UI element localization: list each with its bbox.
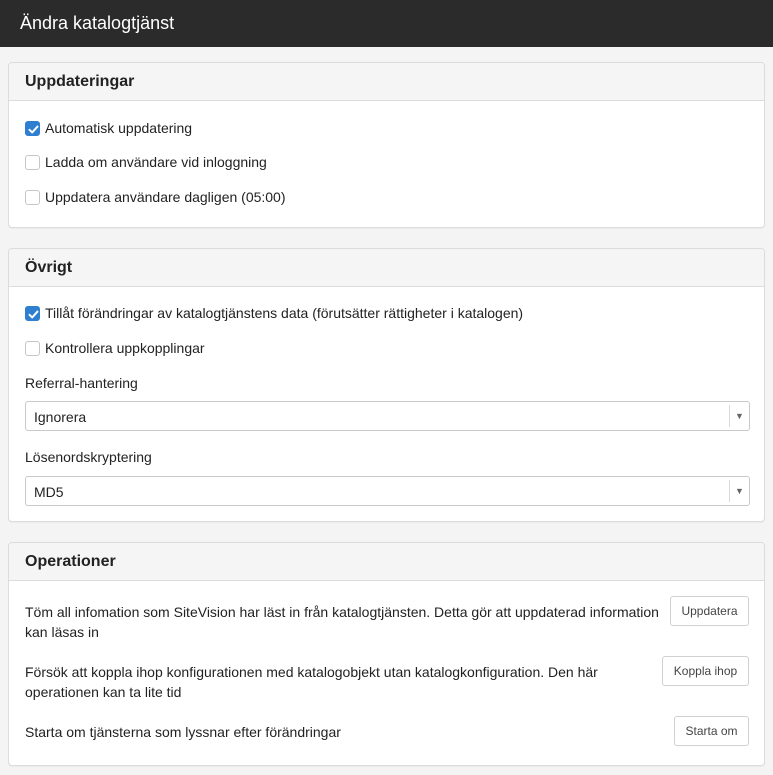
allow-changes-option[interactable]: Tillåt förändringar av katalogtjänstens … (25, 304, 523, 322)
daily-update-checkbox[interactable] (25, 189, 40, 205)
check-connections-checkbox[interactable] (25, 340, 40, 356)
dropdown-arrow-icon: ▼ (729, 405, 749, 427)
allow-changes-checkbox[interactable] (25, 305, 40, 321)
link-button[interactable]: Koppla ihop (662, 656, 749, 686)
restart-services-description: Starta om tjänsterna som lyssnar efter f… (25, 724, 341, 740)
other-panel: Övrigt Tillåt förändringar av katalogtjä… (8, 248, 765, 522)
operations-panel-header: Operationer (9, 543, 764, 581)
password-label: Lösenordskryptering (25, 449, 152, 465)
window-title: Ändra katalogtjänst (0, 0, 773, 47)
password-select[interactable]: MD5 ▼ (25, 476, 750, 506)
reload-users-option[interactable]: Ladda om användare vid inloggning (25, 153, 267, 171)
clear-cache-description: Töm all infomation som SiteVision har lä… (25, 604, 659, 640)
check-connections-label: Kontrollera uppkopplingar (45, 340, 205, 356)
checkmark-icon (28, 125, 39, 133)
checkmark-icon (28, 310, 39, 318)
auto-update-label: Automatisk uppdatering (45, 120, 193, 136)
updates-panel-header: Uppdateringar (9, 63, 764, 101)
referral-select[interactable]: Ignorera ▼ (25, 401, 750, 431)
auto-update-checkbox[interactable] (25, 120, 40, 136)
reload-users-label: Ladda om användare vid inloggning (45, 154, 267, 170)
other-panel-header: Övrigt (9, 249, 764, 287)
dropdown-arrow-icon: ▼ (729, 480, 749, 502)
allow-changes-label: Tillåt förändringar av katalogtjänstens … (45, 305, 524, 321)
reload-users-checkbox[interactable] (25, 154, 40, 170)
link-objects-description: Försök att koppla ihop konfigurationen m… (25, 664, 598, 700)
daily-update-label: Uppdatera användare dagligen (05:00) (45, 189, 286, 205)
update-button[interactable]: Uppdatera (670, 596, 749, 626)
daily-update-option[interactable]: Uppdatera användare dagligen (05:00) (25, 188, 286, 206)
auto-update-option[interactable]: Automatisk uppdatering (25, 119, 192, 137)
updates-panel: Uppdateringar Automatisk uppdatering Lad… (8, 62, 765, 228)
password-select-value: MD5 (34, 484, 64, 500)
operations-panel: Operationer Töm all infomation som SiteV… (8, 542, 765, 766)
referral-label: Referral-hantering (25, 375, 138, 391)
check-connections-option[interactable]: Kontrollera uppkopplingar (25, 339, 205, 357)
restart-button[interactable]: Starta om (674, 716, 749, 746)
referral-select-value: Ignorera (34, 409, 87, 425)
